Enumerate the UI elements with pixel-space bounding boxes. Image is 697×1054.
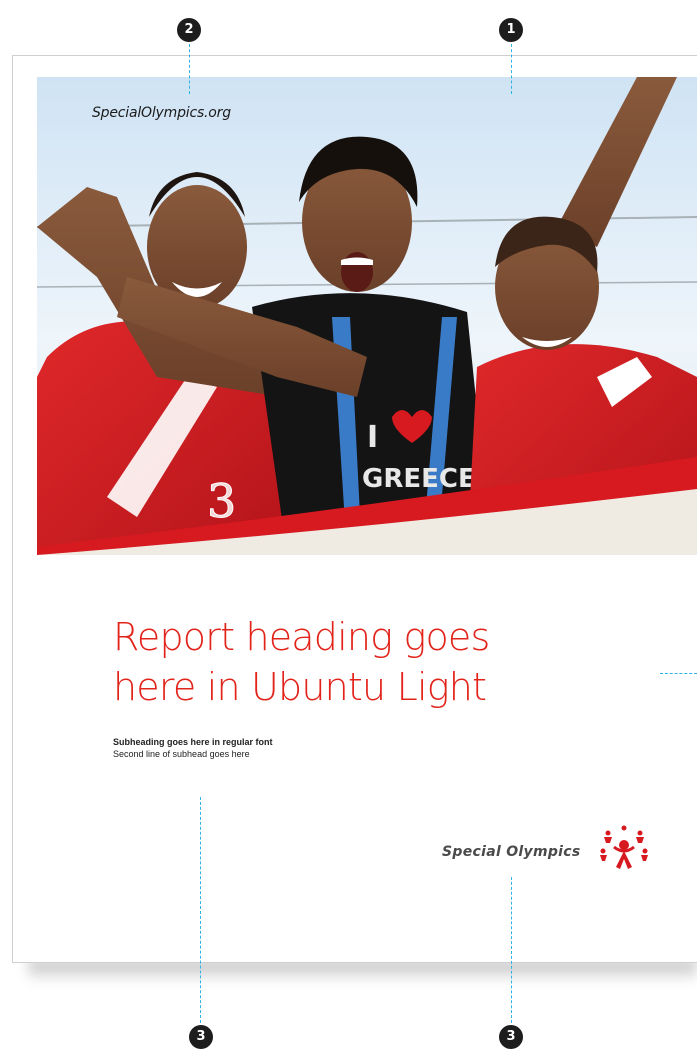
annotation-marker-3a: 3	[189, 1025, 213, 1049]
annotation-line-3a	[200, 797, 201, 1023]
annotation-line-1	[511, 44, 512, 94]
special-olympics-logo-icon	[598, 823, 650, 879]
annotation-marker-2: 2	[177, 18, 201, 42]
subheading-bold: Subheading goes here in regular font	[113, 737, 273, 747]
annotation-line-2	[189, 44, 190, 94]
svg-text:I: I	[367, 420, 378, 455]
report-heading-line-2: here in Ubuntu Light	[113, 665, 487, 709]
report-heading: Report heading goes here in Ubuntu Light	[113, 612, 633, 712]
page-shadow	[28, 960, 697, 982]
cover-photo: 3 I GREECE	[37, 77, 697, 555]
subheading-regular: Second line of subhead goes here	[113, 749, 250, 759]
annotation-marker-3b: 3	[499, 1025, 523, 1049]
svg-text:GREECE: GREECE	[362, 464, 476, 494]
report-heading-line-1: Report heading goes	[113, 615, 490, 659]
annotation-line-3b	[511, 877, 512, 1023]
logo-wordmark: Special Olympics	[442, 844, 581, 860]
annotation-marker-1: 1	[499, 18, 523, 42]
website-url: SpecialOlympics.org	[92, 105, 231, 121]
svg-text:3: 3	[207, 474, 236, 528]
annotation-line-heading	[660, 673, 697, 674]
